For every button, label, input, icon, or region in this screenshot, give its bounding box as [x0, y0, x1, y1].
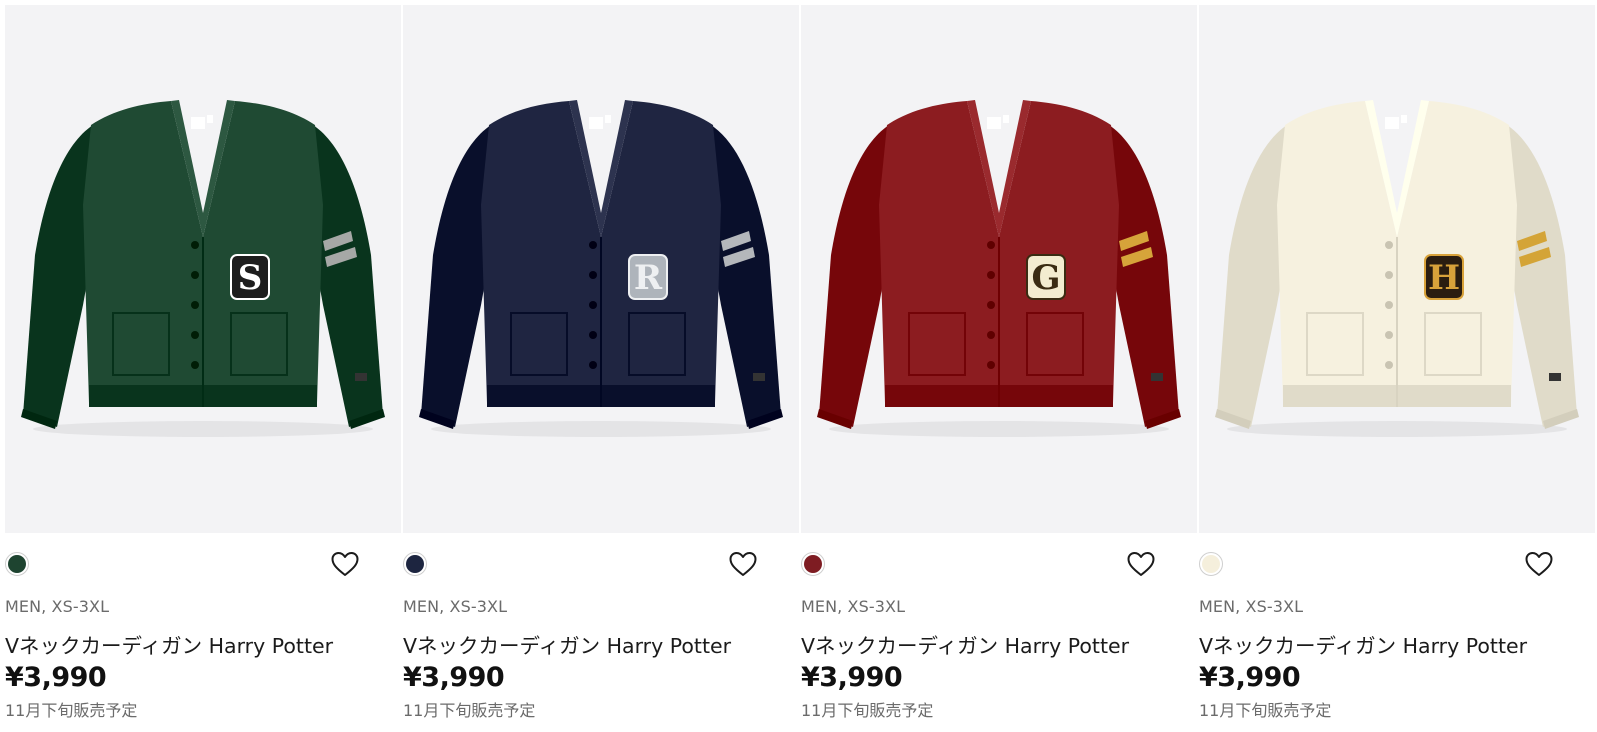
product-name[interactable]: Vネックカーディガン Harry Potter	[403, 629, 731, 659]
product-grid: S MEN, XS-3XL Vネックカーディガン Harry Potter ¥3…	[5, 5, 1595, 732]
product-name[interactable]: Vネックカーディガン Harry Potter	[801, 629, 1129, 659]
color-swatch[interactable]	[801, 552, 825, 576]
house-patch-letter: H	[1428, 258, 1460, 298]
neck-tag	[605, 115, 611, 123]
button-4	[589, 331, 597, 339]
color-swatch[interactable]	[403, 552, 427, 576]
neck-tag	[1003, 115, 1009, 123]
product-card[interactable]: G MEN, XS-3XL Vネックカーディガン Harry Potter ¥3…	[801, 5, 1197, 732]
button-4	[191, 331, 199, 339]
favorite-button[interactable]	[728, 550, 758, 578]
product-name[interactable]: Vネックカーディガン Harry Potter	[1199, 629, 1527, 659]
button-2	[589, 271, 597, 279]
product-gender-size: MEN, XS-3XL	[5, 597, 110, 616]
button-2	[987, 271, 995, 279]
card-actions	[5, 550, 401, 578]
card-actions	[403, 550, 799, 578]
release-note: 11月下旬販売予定	[801, 701, 934, 720]
neck-label	[589, 117, 603, 129]
cuff-tag	[1549, 373, 1561, 381]
card-actions	[1199, 550, 1595, 578]
product-image[interactable]: R	[403, 5, 799, 533]
button-3	[1385, 301, 1393, 309]
cardigan-image: R	[419, 100, 783, 437]
button-3	[987, 301, 995, 309]
button-1	[1385, 241, 1393, 249]
product-gender-size: MEN, XS-3XL	[801, 597, 906, 616]
product-image[interactable]: H	[1199, 5, 1595, 533]
button-1	[191, 241, 199, 249]
product-card[interactable]: H MEN, XS-3XL Vネックカーディガン Harry Potter ¥3…	[1199, 5, 1595, 732]
color-swatch[interactable]	[5, 552, 29, 576]
product-price: ¥3,990	[5, 662, 107, 693]
product-gender-size: MEN, XS-3XL	[403, 597, 508, 616]
color-swatch[interactable]	[1199, 552, 1223, 576]
button-5	[589, 361, 597, 369]
product-gender-size: MEN, XS-3XL	[1199, 597, 1304, 616]
button-3	[589, 301, 597, 309]
color-swatch-dot	[8, 555, 26, 573]
button-4	[1385, 331, 1393, 339]
neck-label	[987, 117, 1001, 129]
cuff-tag	[355, 373, 367, 381]
product-price: ¥3,990	[403, 662, 505, 693]
card-actions	[801, 550, 1197, 578]
product-image[interactable]: G	[801, 5, 1197, 533]
heart-outline-icon	[729, 552, 757, 576]
neck-tag	[1401, 115, 1407, 123]
neck-tag	[207, 115, 213, 123]
product-card[interactable]: R MEN, XS-3XL Vネックカーディガン Harry Potter ¥3…	[403, 5, 799, 732]
favorite-button[interactable]	[1126, 550, 1156, 578]
cardigan-image: H	[1215, 100, 1579, 437]
release-note: 11月下旬販売予定	[5, 701, 138, 720]
favorite-button[interactable]	[1524, 550, 1554, 578]
product-card[interactable]: S MEN, XS-3XL Vネックカーディガン Harry Potter ¥3…	[5, 5, 401, 732]
heart-outline-icon	[1127, 552, 1155, 576]
product-price: ¥3,990	[1199, 662, 1301, 693]
color-swatch-dot	[804, 555, 822, 573]
cardigan-image: G	[817, 100, 1181, 437]
button-2	[1385, 271, 1393, 279]
cuff-tag	[1151, 373, 1163, 381]
ground-shadow	[33, 421, 373, 437]
ground-shadow	[829, 421, 1169, 437]
button-4	[987, 331, 995, 339]
house-patch-letter: S	[238, 258, 263, 298]
release-note: 11月下旬販売予定	[403, 701, 536, 720]
color-swatch-dot	[406, 555, 424, 573]
house-patch-letter: G	[1031, 258, 1060, 298]
heart-outline-icon	[1525, 552, 1553, 576]
product-name[interactable]: Vネックカーディガン Harry Potter	[5, 629, 333, 659]
button-5	[191, 361, 199, 369]
product-image[interactable]: S	[5, 5, 401, 533]
color-swatch-dot	[1202, 555, 1220, 573]
button-2	[191, 271, 199, 279]
button-5	[1385, 361, 1393, 369]
button-1	[987, 241, 995, 249]
cardigan-image: S	[21, 100, 385, 437]
neck-label	[1385, 117, 1399, 129]
product-price: ¥3,990	[801, 662, 903, 693]
ground-shadow	[1227, 421, 1567, 437]
button-5	[987, 361, 995, 369]
favorite-button[interactable]	[330, 550, 360, 578]
button-1	[589, 241, 597, 249]
house-patch-letter: R	[634, 258, 663, 298]
button-3	[191, 301, 199, 309]
heart-outline-icon	[331, 552, 359, 576]
cuff-tag	[753, 373, 765, 381]
release-note: 11月下旬販売予定	[1199, 701, 1332, 720]
neck-label	[191, 117, 205, 129]
ground-shadow	[431, 421, 771, 437]
